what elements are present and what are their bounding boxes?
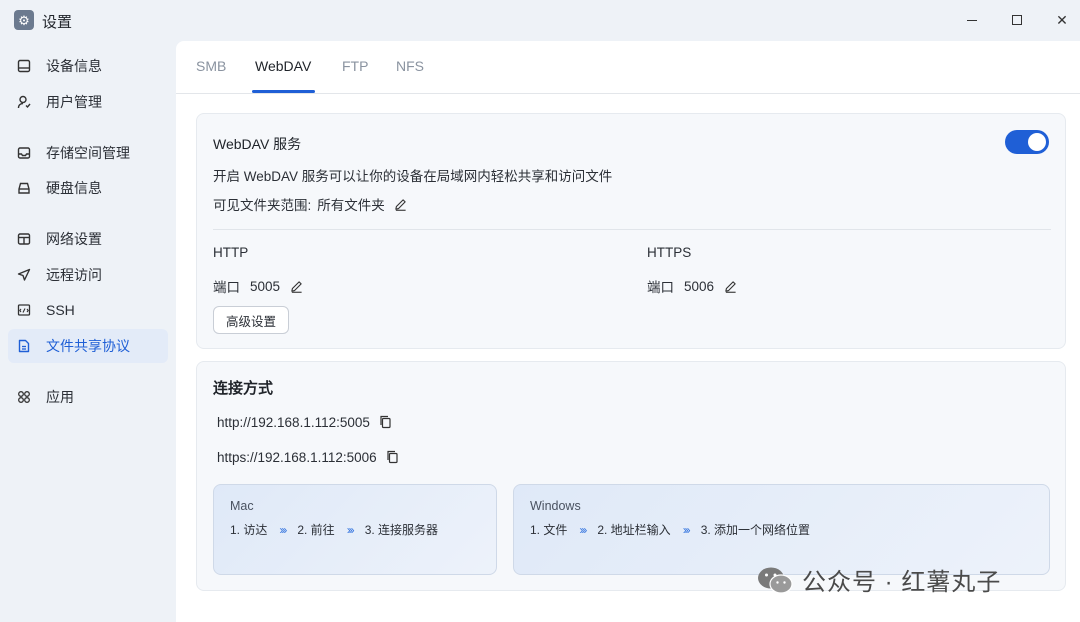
- port-label: 端口: [647, 280, 674, 295]
- os-name: Windows: [530, 499, 581, 513]
- sidebar-item-label: 用户管理: [46, 94, 102, 110]
- sidebar-item-disk-info[interactable]: 硬盘信息: [8, 171, 168, 205]
- toggle-knob: [1028, 133, 1046, 151]
- apps-icon: [16, 389, 32, 405]
- connection-card: 连接方式 http://192.168.1.112:5005 https://1…: [196, 361, 1066, 591]
- http-port-row: 端口 5005: [213, 276, 304, 296]
- active-tab-indicator: [252, 90, 315, 93]
- webdav-service-card: WebDAV 服务 开启 WebDAV 服务可以让你的设备在局域网内轻松共享和访…: [196, 113, 1066, 349]
- remote-icon: [16, 267, 32, 283]
- sidebar-item-file-share[interactable]: 文件共享协议: [8, 329, 168, 363]
- disk-icon: [16, 180, 32, 196]
- service-title: WebDAV 服务: [213, 136, 302, 152]
- sidebar-item-apps[interactable]: 应用: [8, 380, 168, 414]
- scope-label: 可见文件夹范围:: [213, 198, 312, 213]
- sidebar-item-label: 设备信息: [46, 58, 102, 74]
- sidebar-item-label: 网络设置: [46, 231, 102, 247]
- port-label: 端口: [213, 280, 240, 295]
- step: 2. 地址栏输入: [597, 523, 671, 537]
- device-icon: [16, 58, 32, 74]
- sidebar-item-network[interactable]: 网络设置: [8, 222, 168, 256]
- storage-icon: [16, 145, 32, 161]
- tab-bar: SMB WebDAV FTP NFS: [176, 41, 1080, 94]
- ssh-icon: [16, 302, 32, 318]
- step: 3. 添加一个网络位置: [700, 523, 811, 537]
- sidebar-item-user-management[interactable]: 用户管理: [8, 85, 168, 119]
- chevron-right-icon: ›››: [682, 522, 691, 537]
- network-icon: [16, 231, 32, 247]
- step: 2. 前往: [297, 523, 335, 537]
- os-name: Mac: [230, 499, 254, 513]
- watermark-text: 公众号 · 红薯丸子: [802, 569, 1002, 596]
- webdav-toggle[interactable]: [1005, 130, 1049, 154]
- edit-scope-icon[interactable]: [393, 196, 409, 212]
- service-description: 开启 WebDAV 服务可以让你的设备在局域网内轻松共享和访问文件: [213, 169, 613, 184]
- chevron-right-icon: ›››: [579, 522, 587, 537]
- connection-title: 连接方式: [213, 380, 274, 397]
- copy-icon[interactable]: [385, 449, 401, 465]
- http-url: http://192.168.1.112:5005: [217, 414, 370, 430]
- title-bar: ⚙ 设置 ✕: [0, 0, 1080, 40]
- wechat-icon: [758, 567, 793, 594]
- sidebar-item-storage[interactable]: 存储空间管理: [8, 136, 168, 170]
- gear-icon: ⚙: [14, 10, 34, 30]
- tab-webdav[interactable]: WebDAV: [255, 58, 311, 94]
- https-url: https://192.168.1.112:5006: [217, 449, 377, 465]
- https-port-row: 端口 5006: [647, 276, 738, 296]
- sidebar-item-label: SSH: [46, 302, 75, 318]
- file-share-icon: [16, 338, 32, 354]
- edit-https-port-icon[interactable]: [722, 278, 738, 294]
- close-icon: ✕: [1056, 11, 1068, 28]
- minimize-button[interactable]: [960, 8, 984, 32]
- https-url-row: https://192.168.1.112:5006: [217, 449, 401, 465]
- chevron-right-icon: ›››: [346, 522, 355, 537]
- close-button[interactable]: ✕: [1050, 8, 1074, 32]
- sidebar-item-device-info[interactable]: 设备信息: [8, 49, 168, 83]
- watermark: 公众号 · 红薯丸子: [756, 562, 1001, 597]
- sidebar-item-label: 硬盘信息: [46, 180, 102, 196]
- user-icon: [16, 94, 32, 110]
- sidebar-item-label: 存储空间管理: [46, 145, 130, 161]
- folder-scope-row: 可见文件夹范围: 所有文件夹: [213, 194, 409, 214]
- window-title: 设置: [42, 14, 73, 31]
- sidebar: 设备信息 用户管理 存储空间管理 硬盘信息 网络设置 远程访问 SSH 文件共享…: [0, 40, 176, 622]
- step: 3. 连接服务器: [364, 523, 439, 537]
- step: 1. 访达: [230, 523, 268, 537]
- maximize-button[interactable]: [1005, 8, 1029, 32]
- maximize-icon: [1012, 15, 1022, 25]
- https-label: HTTPS: [647, 245, 692, 260]
- scope-value: 所有文件夹: [317, 198, 385, 213]
- https-port-value: 5006: [684, 278, 715, 294]
- http-url-row: http://192.168.1.112:5005: [217, 414, 394, 430]
- tab-nfs[interactable]: NFS: [396, 58, 424, 94]
- chevron-right-icon: ›››: [279, 522, 287, 537]
- http-port-value: 5005: [250, 278, 281, 294]
- sidebar-item-label: 文件共享协议: [46, 338, 130, 354]
- sidebar-item-label: 应用: [46, 389, 74, 405]
- mac-instructions: Mac 1. 访达 ››› 2. 前往 ››› 3. 连接服务器: [213, 484, 497, 575]
- advanced-settings-button[interactable]: 高级设置: [213, 306, 289, 334]
- edit-http-port-icon[interactable]: [288, 278, 304, 294]
- sidebar-item-remote-access[interactable]: 远程访问: [8, 258, 168, 292]
- http-label: HTTP: [213, 245, 249, 260]
- steps: 1. 文件 ››› 2. 地址栏输入 ››› 3. 添加一个网络位置: [530, 521, 810, 538]
- sidebar-item-ssh[interactable]: SSH: [8, 293, 168, 327]
- minimize-icon: [967, 19, 977, 21]
- main-panel: SMB WebDAV FTP NFS WebDAV 服务 开启 WebDAV 服…: [176, 41, 1080, 622]
- copy-icon[interactable]: [378, 414, 394, 430]
- divider: [213, 229, 1051, 230]
- tab-ftp[interactable]: FTP: [342, 58, 368, 94]
- tab-smb[interactable]: SMB: [196, 58, 226, 94]
- step: 1. 文件: [530, 523, 568, 537]
- steps: 1. 访达 ››› 2. 前往 ››› 3. 连接服务器: [230, 521, 438, 538]
- sidebar-item-label: 远程访问: [46, 267, 102, 283]
